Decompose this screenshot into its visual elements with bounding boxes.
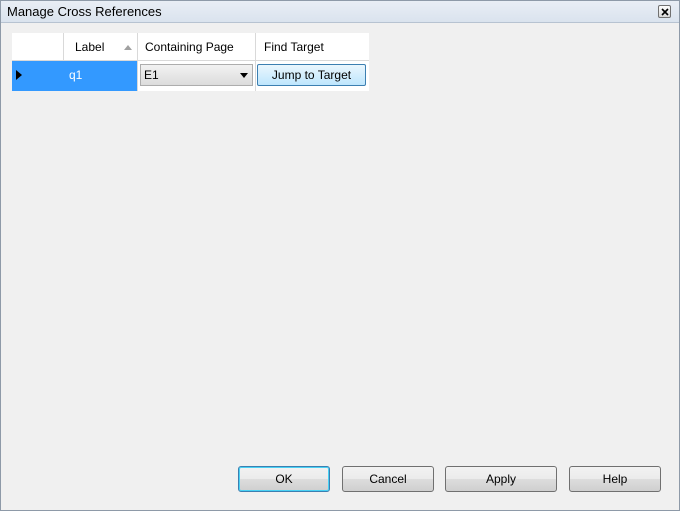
column-header-containing-page-text: Containing Page <box>145 40 234 54</box>
column-header-label[interactable]: Label <box>64 33 138 61</box>
column-header-find-target-text: Find Target <box>264 40 324 54</box>
close-button[interactable] <box>658 5 671 18</box>
current-row-arrow-icon <box>16 70 22 80</box>
row-selector[interactable] <box>12 61 64 91</box>
cross-references-grid: Label Containing Page Find Target q1 E1 … <box>12 33 369 91</box>
column-header-find-target[interactable]: Find Target <box>256 33 369 61</box>
title-bar: Manage Cross References <box>1 1 679 23</box>
table-cell-label[interactable]: q1 <box>64 61 138 91</box>
containing-page-value: E1 <box>144 68 159 82</box>
table-cell-containing-page: E1 <box>138 61 256 91</box>
close-icon <box>661 8 669 16</box>
containing-page-dropdown[interactable]: E1 <box>140 64 253 86</box>
chevron-down-icon[interactable] <box>236 65 252 85</box>
dialog-title: Manage Cross References <box>7 4 162 19</box>
sort-ascending-icon <box>124 45 132 50</box>
jump-to-target-button[interactable]: Jump to Target <box>257 64 366 86</box>
manage-cross-references-dialog: Manage Cross References Label Containing… <box>0 0 680 511</box>
help-button[interactable]: Help <box>569 466 661 492</box>
cancel-button[interactable]: Cancel <box>342 466 434 492</box>
table-cell-find-target: Jump to Target <box>256 61 369 91</box>
apply-button[interactable]: Apply <box>445 466 557 492</box>
column-header-containing-page[interactable]: Containing Page <box>138 33 256 61</box>
row-header-corner <box>12 33 64 61</box>
ok-button[interactable]: OK <box>238 466 330 492</box>
column-header-label-text: Label <box>75 40 105 54</box>
